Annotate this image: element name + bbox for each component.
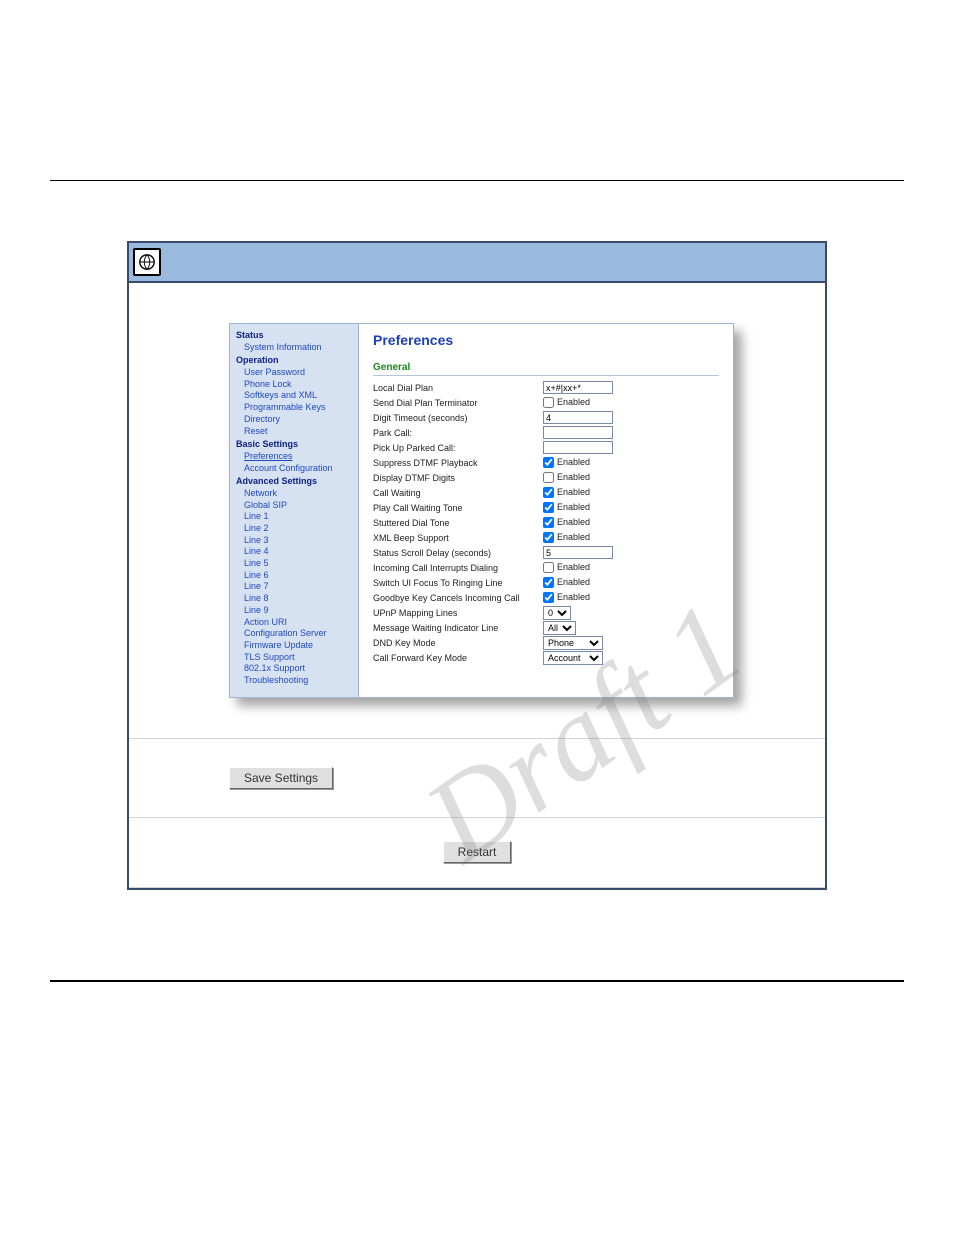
select-upnp[interactable]: 0 [543, 606, 571, 620]
select-cfwd[interactable]: Account [543, 651, 603, 665]
sidebar: Status System Information Operation User… [229, 323, 359, 698]
preferences-pane: Preferences General Local Dial Plan Send… [359, 323, 734, 698]
checkbox-text: Enabled [557, 457, 590, 467]
app-window: Draft 1 Status System Information Operat… [127, 241, 827, 890]
label-pickup-parked: Pick Up Parked Call: [373, 443, 543, 453]
sidebar-item-system-information[interactable]: System Information [244, 342, 352, 354]
checkbox-text: Enabled [557, 517, 590, 527]
checkbox-text: Enabled [557, 562, 590, 572]
rule-top [50, 180, 904, 181]
globe-icon [133, 248, 161, 276]
save-row: Save Settings [129, 738, 825, 818]
restart-row: Restart [129, 818, 825, 888]
sidebar-item-line-1[interactable]: Line 1 [244, 511, 352, 523]
title-bar [129, 243, 825, 283]
label-park-call: Park Call: [373, 428, 543, 438]
checkbox-text: Enabled [557, 472, 590, 482]
label-send-terminator: Send Dial Plan Terminator [373, 398, 543, 408]
checkbox-text: Enabled [557, 592, 590, 602]
sidebar-item-line-9[interactable]: Line 9 [244, 605, 352, 617]
label-call-waiting: Call Waiting [373, 488, 543, 498]
save-settings-button[interactable]: Save Settings [229, 767, 333, 789]
config-panel: Status System Information Operation User… [229, 323, 734, 698]
sidebar-item-line-5[interactable]: Line 5 [244, 558, 352, 570]
sidebar-item-reset[interactable]: Reset [244, 426, 352, 438]
checkbox-call-waiting[interactable] [543, 487, 554, 498]
sidebar-item-global-sip[interactable]: Global SIP [244, 500, 352, 512]
sidebar-item-line-2[interactable]: Line 2 [244, 523, 352, 535]
sidebar-item-troubleshooting[interactable]: Troubleshooting [244, 675, 352, 687]
input-local-dial-plan[interactable] [543, 381, 613, 394]
restart-button[interactable]: Restart [443, 841, 512, 863]
label-incoming-interrupt: Incoming Call Interrupts Dialing [373, 563, 543, 573]
label-switch-focus: Switch UI Focus To Ringing Line [373, 578, 543, 588]
checkbox-incoming-interrupt[interactable] [543, 562, 554, 573]
checkbox-play-cw-tone[interactable] [543, 502, 554, 513]
sidebar-item-tls-support[interactable]: TLS Support [244, 652, 352, 664]
checkbox-text: Enabled [557, 502, 590, 512]
sidebar-item-account-configuration[interactable]: Account Configuration [244, 463, 352, 475]
checkbox-stuttered[interactable] [543, 517, 554, 528]
label-goodbye: Goodbye Key Cancels Incoming Call [373, 593, 543, 603]
sidebar-heading-status: Status [236, 330, 352, 342]
label-mwi: Message Waiting Indicator Line [373, 623, 543, 633]
select-dnd[interactable]: Phone [543, 636, 603, 650]
input-scroll-delay[interactable] [543, 546, 613, 559]
input-digit-timeout[interactable] [543, 411, 613, 424]
label-dnd: DND Key Mode [373, 638, 543, 648]
label-suppress-dtmf: Suppress DTMF Playback [373, 458, 543, 468]
label-cfwd: Call Forward Key Mode [373, 653, 543, 663]
checkbox-text: Enabled [557, 532, 590, 542]
sidebar-item-programmable-keys[interactable]: Programmable Keys [244, 402, 352, 414]
rule-bottom [50, 980, 904, 982]
sidebar-item-preferences[interactable]: Preferences [244, 451, 352, 463]
checkbox-text: Enabled [557, 577, 590, 587]
checkbox-suppress-dtmf[interactable] [543, 457, 554, 468]
checkbox-display-dtmf[interactable] [543, 472, 554, 483]
sidebar-item-network[interactable]: Network [244, 488, 352, 500]
sidebar-item-softkeys-xml[interactable]: Softkeys and XML [244, 390, 352, 402]
checkbox-switch-focus[interactable] [543, 577, 554, 588]
sidebar-item-user-password[interactable]: User Password [244, 367, 352, 379]
checkbox-text: Enabled [557, 487, 590, 497]
sidebar-item-directory[interactable]: Directory [244, 414, 352, 426]
label-local-dial-plan: Local Dial Plan [373, 383, 543, 393]
label-display-dtmf: Display DTMF Digits [373, 473, 543, 483]
checkbox-goodbye[interactable] [543, 592, 554, 603]
input-park-call[interactable] [543, 426, 613, 439]
checkbox-text: Enabled [557, 397, 590, 407]
input-pickup-parked[interactable] [543, 441, 613, 454]
checkbox-send-terminator[interactable] [543, 397, 554, 408]
page-title: Preferences [373, 332, 719, 348]
sidebar-item-phone-lock[interactable]: Phone Lock [244, 379, 352, 391]
sidebar-heading-advanced: Advanced Settings [236, 476, 352, 488]
label-digit-timeout: Digit Timeout (seconds) [373, 413, 543, 423]
label-stuttered: Stuttered Dial Tone [373, 518, 543, 528]
section-heading-general: General [373, 362, 719, 376]
sidebar-item-8021x-support[interactable]: 802.1x Support [244, 663, 352, 675]
label-play-cw-tone: Play Call Waiting Tone [373, 503, 543, 513]
sidebar-item-line-6[interactable]: Line 6 [244, 570, 352, 582]
sidebar-item-line-3[interactable]: Line 3 [244, 535, 352, 547]
label-upnp: UPnP Mapping Lines [373, 608, 543, 618]
sidebar-item-configuration-server[interactable]: Configuration Server [244, 628, 352, 640]
sidebar-item-firmware-update[interactable]: Firmware Update [244, 640, 352, 652]
sidebar-heading-basic: Basic Settings [236, 439, 352, 451]
checkbox-xml-beep[interactable] [543, 532, 554, 543]
sidebar-item-line-7[interactable]: Line 7 [244, 581, 352, 593]
sidebar-heading-operation: Operation [236, 355, 352, 367]
sidebar-item-line-8[interactable]: Line 8 [244, 593, 352, 605]
sidebar-item-line-4[interactable]: Line 4 [244, 546, 352, 558]
label-scroll-delay: Status Scroll Delay (seconds) [373, 548, 543, 558]
label-xml-beep: XML Beep Support [373, 533, 543, 543]
select-mwi[interactable]: All [543, 621, 576, 635]
sidebar-item-action-uri[interactable]: Action URI [244, 617, 352, 629]
